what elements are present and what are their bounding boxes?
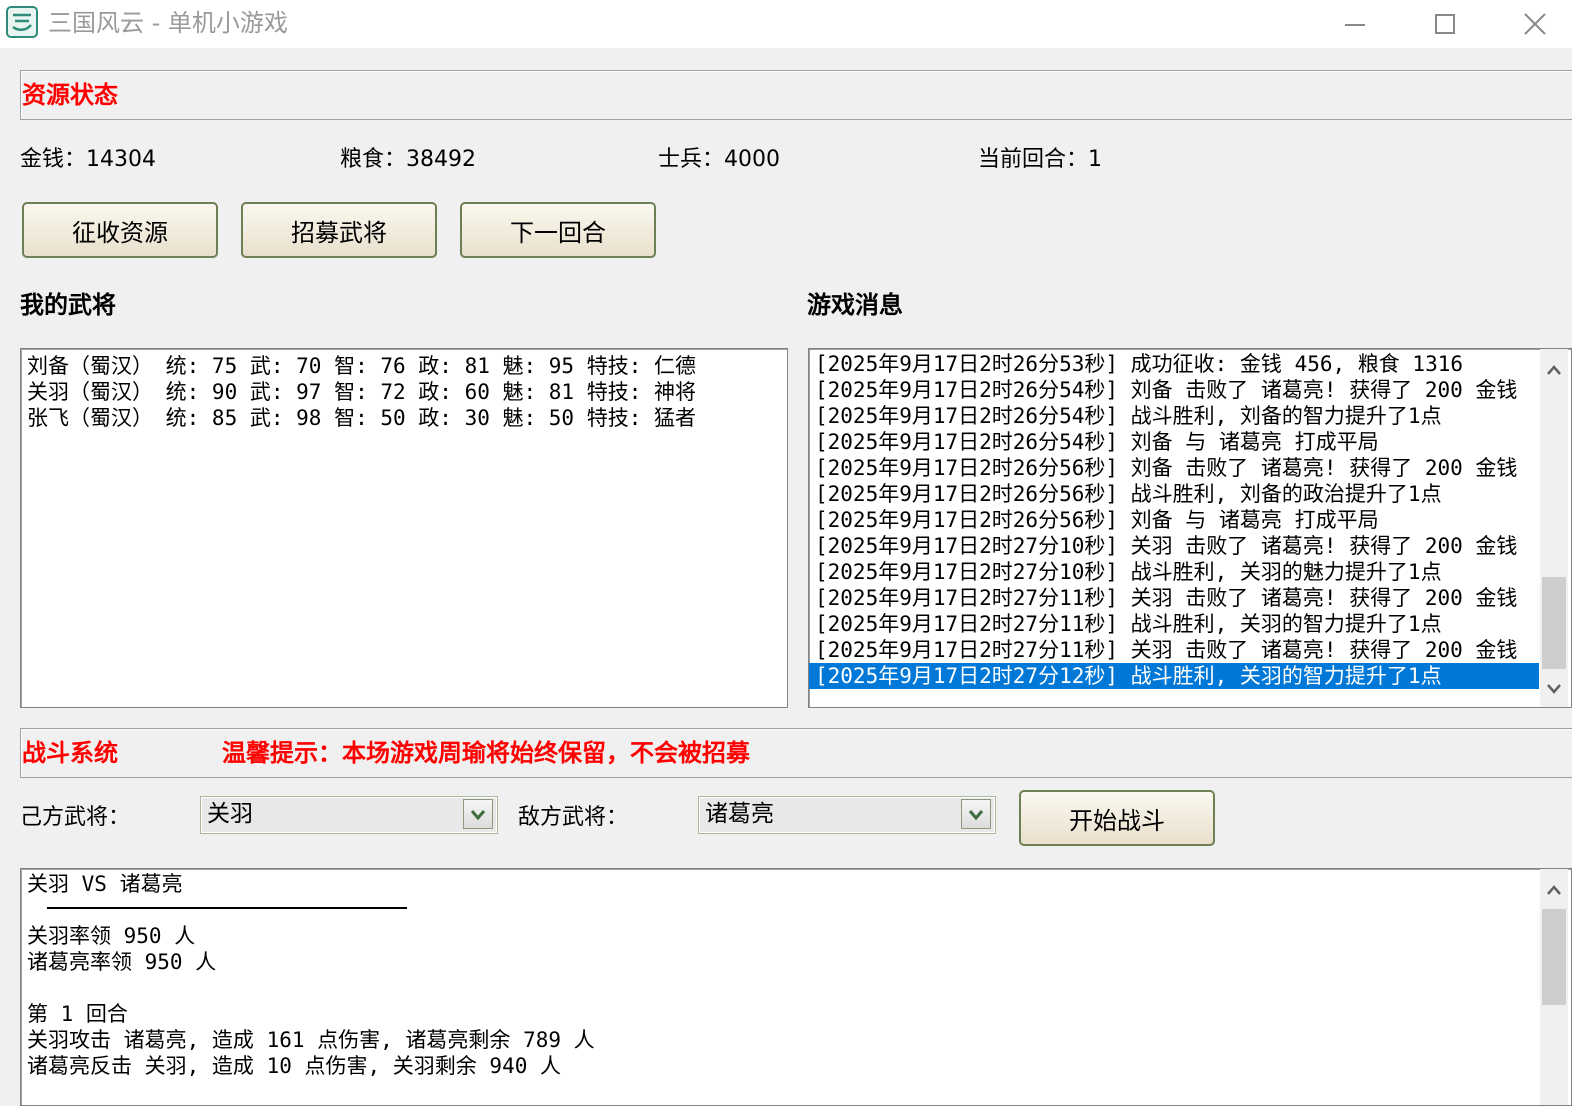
my-generals-title: 我的武将 [20,291,116,319]
window-title: 三国风云 - 单机小游戏 [48,9,288,37]
battle-section-title: 战斗系统 [22,739,118,767]
message-list-item[interactable]: [2025年9月17日2时26分54秒] 刘备 击败了 诸葛亮! 获得了 200… [809,377,1539,403]
battle-log[interactable]: 关羽 VS 诸葛亮 关羽率领 950 人诸葛亮率领 950 人第 1 回合 关羽攻击… [20,868,1572,1106]
message-list-item[interactable]: [2025年9月17日2时26分56秒] 刘备 击败了 诸葛亮! 获得了 200… [809,455,1539,481]
own-general-label: 己方武将： [20,805,131,830]
battle-log-line: 关羽攻击 诸葛亮, 造成 161 点伤害, 诸葛亮剩余 789 人 [27,1028,595,1052]
close-button[interactable] [1490,0,1572,48]
messages-list[interactable]: [2025年9月17日2时26分53秒] 成功征收: 金钱 456, 粮食 13… [808,348,1572,708]
round-value: 1 [1088,147,1103,172]
soldiers-label: 士兵： [658,147,725,172]
enemy-general-select[interactable]: 诸葛亮 [698,796,996,834]
enemy-general-value: 诸葛亮 [705,801,774,827]
maximize-icon [1435,14,1455,34]
minimize-icon [1345,24,1365,26]
battle-tip: 温馨提示：本场游戏周瑜将始终保留，不会被招募 [222,739,750,767]
own-general-dropdown[interactable] [463,799,493,829]
message-list-item[interactable]: [2025年9月17日2时27分11秒] 关羽 击败了 诸葛亮! 获得了 200… [809,585,1539,611]
messages-scroll-down[interactable] [1540,671,1568,705]
chevron-down-icon [1547,684,1561,694]
messages-scroll-thumb[interactable] [1542,577,1566,669]
message-list-item[interactable]: [2025年9月17日2时27分10秒] 关羽 击败了 诸葛亮! 获得了 200… [809,533,1539,559]
own-general-value: 关羽 [207,801,253,827]
money-display: 金钱：14304 [20,146,156,174]
general-list-item[interactable]: 关羽（蜀汉） 统: 90 武: 97 智: 72 政: 60 魅: 81 特技:… [21,379,787,405]
battle-log-scrollbar[interactable] [1540,869,1568,1105]
enemy-general-dropdown[interactable] [961,799,991,829]
food-label: 粮食： [340,147,407,172]
app-icon [6,6,38,38]
chevron-up-icon [1547,885,1561,895]
enemy-general-label: 敌方武将： [518,805,629,830]
battle-log-line [21,897,1531,923]
messages-scrollbar[interactable] [1540,349,1568,707]
message-list-item[interactable]: [2025年9月17日2时26分54秒] 战斗胜利, 刘备的智力提升了1点 [809,403,1539,429]
next-round-button[interactable]: 下一回合 [460,202,656,258]
message-list-item[interactable]: [2025年9月17日2时27分10秒] 战斗胜利, 关羽的魅力提升了1点 [809,559,1539,585]
resource-status-box [20,70,1572,120]
battle-log-line [21,975,1531,1001]
battle-log-divider [47,907,407,909]
round-label: 当前回合： [978,147,1089,172]
round-display: 当前回合：1 [978,146,1102,174]
general-list-item[interactable]: 刘备（蜀汉） 统: 75 武: 70 智: 76 政: 81 魅: 95 特技:… [21,353,787,379]
chevron-down-icon [968,810,984,820]
battle-log-scroll-thumb[interactable] [1542,909,1566,1005]
battle-log-line: 诸葛亮反击 关羽, 造成 10 点伤害, 关羽剩余 940 人 [27,1054,562,1078]
battle-log-line: 诸葛亮率领 950 人 [27,950,217,974]
resource-section-title: 资源状态 [22,81,118,109]
own-general-select[interactable]: 关羽 [200,796,498,834]
message-list-item[interactable]: [2025年9月17日2时27分12秒] 战斗胜利, 关羽的智力提升了1点 [809,663,1539,689]
generals-list[interactable]: 刘备（蜀汉） 统: 75 武: 70 智: 76 政: 81 魅: 95 特技:… [20,348,788,708]
messages-scroll-up[interactable] [1540,353,1568,387]
message-list-item[interactable]: [2025年9月17日2时26分56秒] 战斗胜利, 刘备的政治提升了1点 [809,481,1539,507]
collect-resources-button[interactable]: 征收资源 [22,202,218,258]
money-value: 14304 [86,147,157,172]
battle-log-scroll-up[interactable] [1540,873,1568,907]
message-list-item[interactable]: [2025年9月17日2时26分56秒] 刘备 与 诸葛亮 打成平局 [809,507,1539,533]
minimize-button[interactable] [1310,0,1400,48]
soldiers-display: 士兵：4000 [658,146,780,174]
game-messages-title: 游戏消息 [807,291,903,319]
close-icon [1524,13,1546,35]
battle-log-line: 关羽 VS 诸葛亮 [27,872,183,896]
start-battle-button[interactable]: 开始战斗 [1019,790,1215,846]
message-list-item[interactable]: [2025年9月17日2时26分53秒] 成功征收: 金钱 456, 粮食 13… [809,351,1539,377]
message-list-item[interactable]: [2025年9月17日2时26分54秒] 刘备 与 诸葛亮 打成平局 [809,429,1539,455]
maximize-button[interactable] [1400,0,1490,48]
food-display: 粮食：38492 [340,146,476,174]
message-list-item[interactable]: [2025年9月17日2时27分11秒] 战斗胜利, 关羽的智力提升了1点 [809,611,1539,637]
recruit-general-button[interactable]: 招募武将 [241,202,437,258]
title-bar: 三国风云 - 单机小游戏 [0,0,1572,48]
general-list-item[interactable]: 张飞（蜀汉） 统: 85 武: 98 智: 50 政: 30 魅: 50 特技:… [21,405,787,431]
battle-log-line: 关羽率领 950 人 [27,924,196,948]
money-label: 金钱： [20,147,87,172]
chevron-down-icon [470,810,486,820]
message-list-item[interactable]: [2025年9月17日2时27分11秒] 关羽 击败了 诸葛亮! 获得了 200… [809,637,1539,663]
soldiers-value: 4000 [724,147,781,172]
chevron-up-icon [1547,365,1561,375]
food-value: 38492 [406,147,477,172]
battle-log-line: 第 1 回合 [27,1002,128,1026]
